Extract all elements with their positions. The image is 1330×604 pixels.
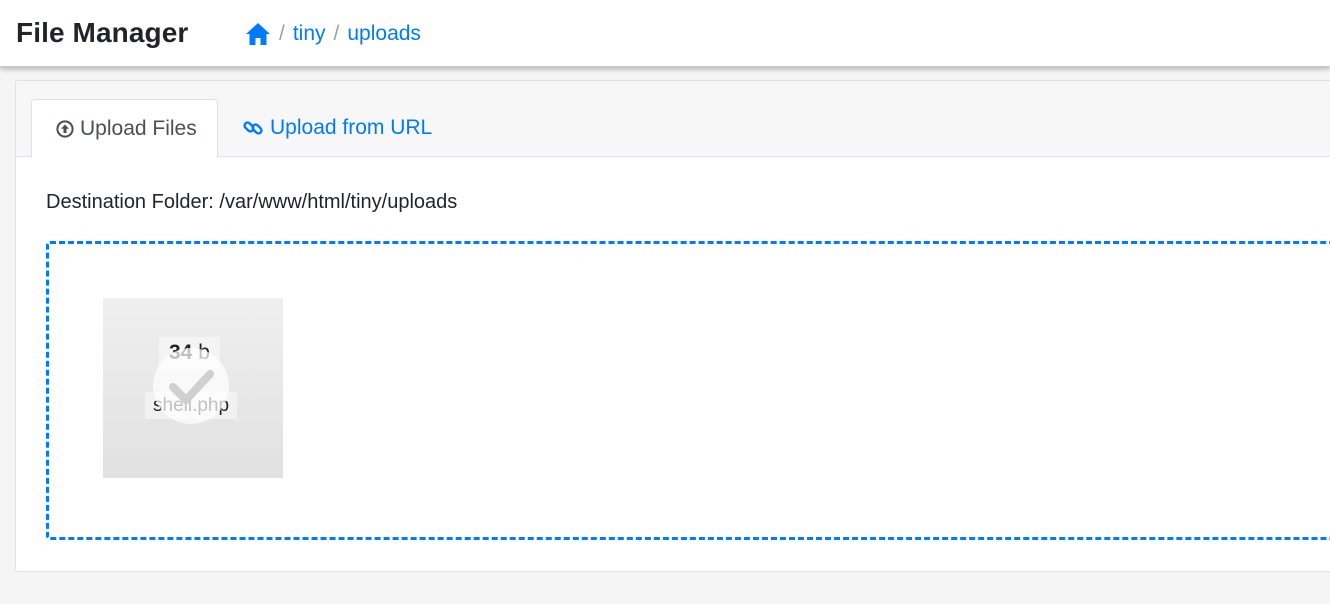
upload-circle-icon — [56, 119, 74, 138]
tab-upload-from-url-label: Upload from URL — [270, 116, 433, 139]
breadcrumb-separator: / — [333, 22, 340, 45]
checkmark-icon — [153, 348, 229, 424]
tab-upload-files[interactable]: Upload Files — [31, 99, 218, 158]
link-icon — [243, 121, 263, 135]
upload-card: Upload Files Upload from URL Destination… — [15, 80, 1330, 572]
destination-folder-text: Destination Folder: /var/www/html/tiny/u… — [46, 191, 458, 213]
home-icon[interactable] — [245, 22, 271, 46]
app-title[interactable]: File Manager — [16, 16, 188, 50]
tab-bar: Upload Files Upload from URL — [16, 81, 1330, 158]
breadcrumb-item-tiny[interactable]: tiny — [293, 22, 326, 46]
top-navbar: File Manager / tiny / uploads — [0, 0, 1330, 67]
tab-upload-from-url[interactable]: Upload from URL — [242, 99, 432, 157]
breadcrumb-item-uploads[interactable]: uploads — [347, 22, 421, 46]
tab-upload-files-label: Upload Files — [80, 116, 197, 140]
file-preview[interactable]: 34 b shell.php — [103, 298, 283, 478]
breadcrumb: / tiny / uploads — [245, 20, 421, 48]
breadcrumb-separator: / — [279, 22, 285, 45]
